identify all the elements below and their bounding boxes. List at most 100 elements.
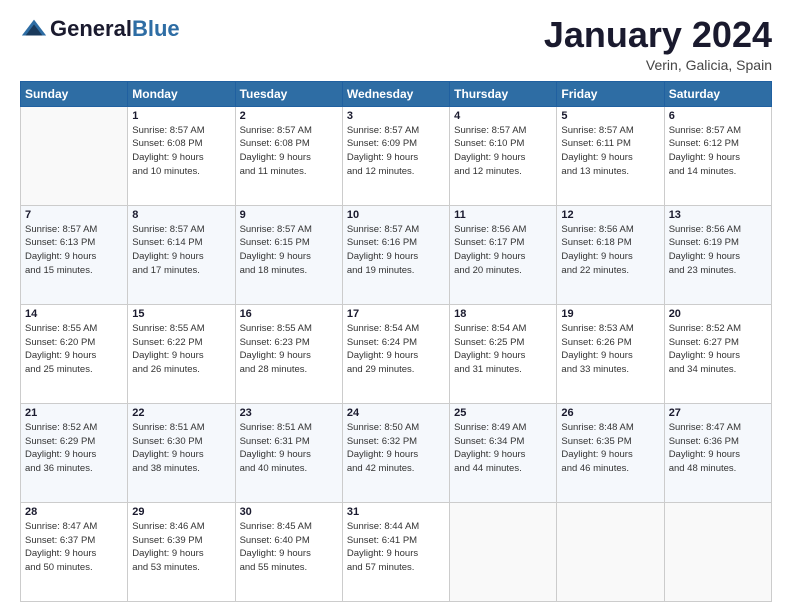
- col-monday: Monday: [128, 81, 235, 106]
- day-detail: Sunrise: 8:52 AMSunset: 6:29 PMDaylight:…: [25, 421, 123, 476]
- table-row: 12 Sunrise: 8:56 AMSunset: 6:18 PMDaylig…: [557, 205, 664, 304]
- col-saturday: Saturday: [664, 81, 771, 106]
- day-detail: Sunrise: 8:57 AMSunset: 6:08 PMDaylight:…: [240, 124, 338, 179]
- day-number: 20: [669, 308, 767, 320]
- day-number: 14: [25, 308, 123, 320]
- table-row: [557, 502, 664, 601]
- header-row: Sunday Monday Tuesday Wednesday Thursday…: [21, 81, 772, 106]
- day-number: 6: [669, 110, 767, 122]
- day-number: 23: [240, 407, 338, 419]
- day-number: 13: [669, 209, 767, 221]
- table-row: 20 Sunrise: 8:52 AMSunset: 6:27 PMDaylig…: [664, 304, 771, 403]
- day-detail: Sunrise: 8:56 AMSunset: 6:19 PMDaylight:…: [669, 223, 767, 278]
- day-detail: Sunrise: 8:51 AMSunset: 6:30 PMDaylight:…: [132, 421, 230, 476]
- day-detail: Sunrise: 8:57 AMSunset: 6:12 PMDaylight:…: [669, 124, 767, 179]
- day-detail: Sunrise: 8:48 AMSunset: 6:35 PMDaylight:…: [561, 421, 659, 476]
- table-row: 14 Sunrise: 8:55 AMSunset: 6:20 PMDaylig…: [21, 304, 128, 403]
- table-row: 7 Sunrise: 8:57 AMSunset: 6:13 PMDayligh…: [21, 205, 128, 304]
- day-detail: Sunrise: 8:57 AMSunset: 6:09 PMDaylight:…: [347, 124, 445, 179]
- day-detail: Sunrise: 8:57 AMSunset: 6:13 PMDaylight:…: [25, 223, 123, 278]
- table-row: 24 Sunrise: 8:50 AMSunset: 6:32 PMDaylig…: [342, 403, 449, 502]
- week-row-2: 14 Sunrise: 8:55 AMSunset: 6:20 PMDaylig…: [21, 304, 772, 403]
- table-row: 31 Sunrise: 8:44 AMSunset: 6:41 PMDaylig…: [342, 502, 449, 601]
- day-detail: Sunrise: 8:46 AMSunset: 6:39 PMDaylight:…: [132, 520, 230, 575]
- table-row: [21, 106, 128, 205]
- page: GeneralBlue January 2024 Verin, Galicia,…: [0, 0, 792, 612]
- table-row: 10 Sunrise: 8:57 AMSunset: 6:16 PMDaylig…: [342, 205, 449, 304]
- day-detail: Sunrise: 8:44 AMSunset: 6:41 PMDaylight:…: [347, 520, 445, 575]
- day-number: 26: [561, 407, 659, 419]
- table-row: 5 Sunrise: 8:57 AMSunset: 6:11 PMDayligh…: [557, 106, 664, 205]
- day-detail: Sunrise: 8:50 AMSunset: 6:32 PMDaylight:…: [347, 421, 445, 476]
- week-row-1: 7 Sunrise: 8:57 AMSunset: 6:13 PMDayligh…: [21, 205, 772, 304]
- day-detail: Sunrise: 8:55 AMSunset: 6:20 PMDaylight:…: [25, 322, 123, 377]
- table-row: [664, 502, 771, 601]
- day-number: 17: [347, 308, 445, 320]
- day-detail: Sunrise: 8:51 AMSunset: 6:31 PMDaylight:…: [240, 421, 338, 476]
- day-number: 12: [561, 209, 659, 221]
- month-title: January 2024: [544, 15, 772, 55]
- day-number: 25: [454, 407, 552, 419]
- day-number: 24: [347, 407, 445, 419]
- day-number: 3: [347, 110, 445, 122]
- logo: GeneralBlue: [20, 15, 180, 43]
- day-number: 11: [454, 209, 552, 221]
- day-detail: Sunrise: 8:45 AMSunset: 6:40 PMDaylight:…: [240, 520, 338, 575]
- table-row: 6 Sunrise: 8:57 AMSunset: 6:12 PMDayligh…: [664, 106, 771, 205]
- day-detail: Sunrise: 8:52 AMSunset: 6:27 PMDaylight:…: [669, 322, 767, 377]
- day-detail: Sunrise: 8:55 AMSunset: 6:22 PMDaylight:…: [132, 322, 230, 377]
- table-row: 21 Sunrise: 8:52 AMSunset: 6:29 PMDaylig…: [21, 403, 128, 502]
- day-number: 18: [454, 308, 552, 320]
- title-block: January 2024 Verin, Galicia, Spain: [544, 15, 772, 73]
- day-detail: Sunrise: 8:57 AMSunset: 6:16 PMDaylight:…: [347, 223, 445, 278]
- calendar-table: Sunday Monday Tuesday Wednesday Thursday…: [20, 81, 772, 602]
- day-number: 2: [240, 110, 338, 122]
- table-row: 17 Sunrise: 8:54 AMSunset: 6:24 PMDaylig…: [342, 304, 449, 403]
- table-row: 28 Sunrise: 8:47 AMSunset: 6:37 PMDaylig…: [21, 502, 128, 601]
- day-number: 16: [240, 308, 338, 320]
- day-number: 1: [132, 110, 230, 122]
- table-row: 13 Sunrise: 8:56 AMSunset: 6:19 PMDaylig…: [664, 205, 771, 304]
- day-number: 10: [347, 209, 445, 221]
- day-number: 15: [132, 308, 230, 320]
- table-row: 4 Sunrise: 8:57 AMSunset: 6:10 PMDayligh…: [450, 106, 557, 205]
- col-sunday: Sunday: [21, 81, 128, 106]
- day-number: 19: [561, 308, 659, 320]
- week-row-0: 1 Sunrise: 8:57 AMSunset: 6:08 PMDayligh…: [21, 106, 772, 205]
- col-wednesday: Wednesday: [342, 81, 449, 106]
- col-friday: Friday: [557, 81, 664, 106]
- day-detail: Sunrise: 8:57 AMSunset: 6:14 PMDaylight:…: [132, 223, 230, 278]
- table-row: 2 Sunrise: 8:57 AMSunset: 6:08 PMDayligh…: [235, 106, 342, 205]
- table-row: 29 Sunrise: 8:46 AMSunset: 6:39 PMDaylig…: [128, 502, 235, 601]
- table-row: 18 Sunrise: 8:54 AMSunset: 6:25 PMDaylig…: [450, 304, 557, 403]
- day-number: 28: [25, 506, 123, 518]
- table-row: 26 Sunrise: 8:48 AMSunset: 6:35 PMDaylig…: [557, 403, 664, 502]
- day-detail: Sunrise: 8:57 AMSunset: 6:15 PMDaylight:…: [240, 223, 338, 278]
- table-row: 3 Sunrise: 8:57 AMSunset: 6:09 PMDayligh…: [342, 106, 449, 205]
- day-detail: Sunrise: 8:57 AMSunset: 6:10 PMDaylight:…: [454, 124, 552, 179]
- table-row: 8 Sunrise: 8:57 AMSunset: 6:14 PMDayligh…: [128, 205, 235, 304]
- day-number: 27: [669, 407, 767, 419]
- location-subtitle: Verin, Galicia, Spain: [544, 57, 772, 73]
- header: GeneralBlue January 2024 Verin, Galicia,…: [20, 15, 772, 73]
- table-row: [450, 502, 557, 601]
- day-number: 29: [132, 506, 230, 518]
- logo-text: GeneralBlue: [50, 18, 180, 40]
- day-detail: Sunrise: 8:53 AMSunset: 6:26 PMDaylight:…: [561, 322, 659, 377]
- week-row-3: 21 Sunrise: 8:52 AMSunset: 6:29 PMDaylig…: [21, 403, 772, 502]
- day-detail: Sunrise: 8:54 AMSunset: 6:25 PMDaylight:…: [454, 322, 552, 377]
- day-detail: Sunrise: 8:56 AMSunset: 6:17 PMDaylight:…: [454, 223, 552, 278]
- generalblue-logo-icon: [20, 15, 48, 43]
- day-number: 4: [454, 110, 552, 122]
- table-row: 27 Sunrise: 8:47 AMSunset: 6:36 PMDaylig…: [664, 403, 771, 502]
- day-detail: Sunrise: 8:47 AMSunset: 6:37 PMDaylight:…: [25, 520, 123, 575]
- week-row-4: 28 Sunrise: 8:47 AMSunset: 6:37 PMDaylig…: [21, 502, 772, 601]
- day-detail: Sunrise: 8:57 AMSunset: 6:11 PMDaylight:…: [561, 124, 659, 179]
- day-number: 21: [25, 407, 123, 419]
- table-row: 25 Sunrise: 8:49 AMSunset: 6:34 PMDaylig…: [450, 403, 557, 502]
- day-detail: Sunrise: 8:57 AMSunset: 6:08 PMDaylight:…: [132, 124, 230, 179]
- day-number: 30: [240, 506, 338, 518]
- table-row: 22 Sunrise: 8:51 AMSunset: 6:30 PMDaylig…: [128, 403, 235, 502]
- day-detail: Sunrise: 8:56 AMSunset: 6:18 PMDaylight:…: [561, 223, 659, 278]
- col-thursday: Thursday: [450, 81, 557, 106]
